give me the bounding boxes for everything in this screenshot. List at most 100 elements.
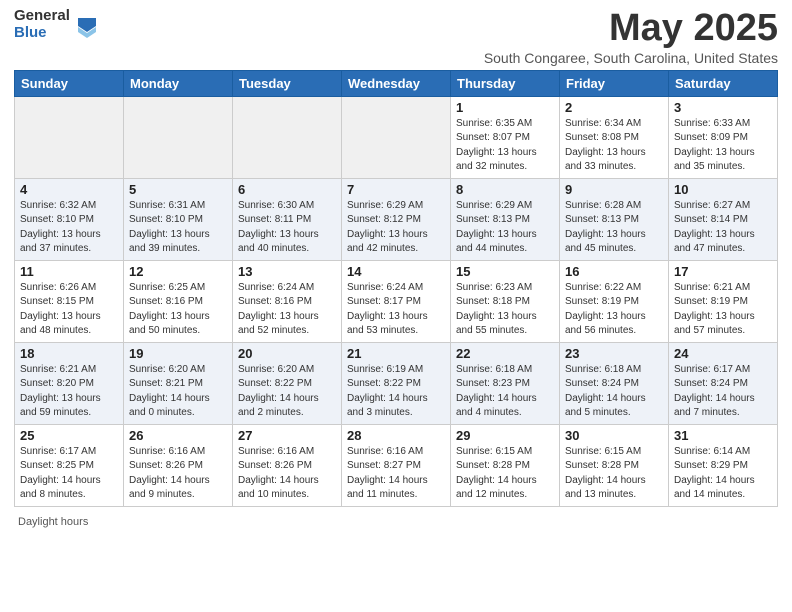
logo-general: General	[14, 8, 70, 25]
day-header-thursday: Thursday	[451, 70, 560, 96]
day-info: Sunset: 8:18 PM	[456, 295, 554, 310]
day-info: Sunrise: 6:23 AM	[456, 281, 554, 296]
day-info: Sunrise: 6:21 AM	[20, 363, 118, 378]
calendar-cell: 3 Sunrise: 6:33 AMSunset: 8:09 PMDaylight…	[669, 96, 778, 178]
day-info: Sunrise: 6:19 AM	[347, 363, 445, 378]
day-info: Sunset: 8:23 PM	[456, 377, 554, 392]
day-info: Sunrise: 6:31 AM	[129, 199, 227, 214]
day-info: Sunset: 8:24 PM	[674, 377, 772, 392]
day-info: Sunset: 8:10 PM	[20, 213, 118, 228]
day-number: 24	[674, 346, 772, 361]
day-number: 21	[347, 346, 445, 361]
day-info: Sunrise: 6:20 AM	[129, 363, 227, 378]
calendar-cell: 14Sunrise: 6:24 AMSunset: 8:17 PMDayligh…	[342, 260, 451, 342]
day-info: Sunset: 8:24 PM	[565, 377, 663, 392]
calendar-cell: 18Sunrise: 6:21 AMSunset: 8:20 PMDayligh…	[15, 342, 124, 424]
calendar-cell: 4Sunrise: 6:32 AMSunset: 8:10 PMDaylight…	[15, 178, 124, 260]
day-number: 8	[456, 182, 554, 197]
calendar-cell: 15Sunrise: 6:23 AMSunset: 8:18 PMDayligh…	[451, 260, 560, 342]
day-info: Sunset: 8:13 PM	[456, 213, 554, 228]
day-number: 3	[674, 100, 772, 115]
calendar-cell	[233, 96, 342, 178]
day-info: Sunset: 8:08 PM	[565, 131, 663, 146]
day-info: Sunset: 8:28 PM	[565, 459, 663, 474]
day-info: Daylight: 13 hours and 45 minutes.	[565, 228, 663, 257]
day-info: Sunrise: 6:28 AM	[565, 199, 663, 214]
day-number: 14	[347, 264, 445, 279]
day-number: 5	[129, 182, 227, 197]
day-info: Sunrise: 6:15 AM	[456, 445, 554, 460]
calendar-cell: 31 Sunrise: 6:14 AMSunset: 8:29 PMDayligh…	[669, 424, 778, 506]
calendar-cell: 5Sunrise: 6:31 AMSunset: 8:10 PMDaylight…	[124, 178, 233, 260]
day-info: Sunset: 8:07 PM	[456, 131, 554, 146]
day-info: Sunrise: 6:35 AM	[456, 117, 554, 132]
day-info: Sunrise: 6:29 AM	[456, 199, 554, 214]
day-info: Daylight: 14 hours and 2 minutes.	[238, 392, 336, 421]
day-number: 28	[347, 428, 445, 443]
day-info: Daylight: 13 hours and 40 minutes.	[238, 228, 336, 257]
calendar-cell: 9Sunrise: 6:28 AMSunset: 8:13 PMDaylight…	[560, 178, 669, 260]
calendar-cell: 10Sunrise: 6:27 AMSunset: 8:14 PMDayligh…	[669, 178, 778, 260]
day-info: Daylight: 14 hours and 12 minutes.	[456, 474, 554, 503]
day-header-friday: Friday	[560, 70, 669, 96]
day-header-tuesday: Tuesday	[233, 70, 342, 96]
calendar-cell	[342, 96, 451, 178]
day-number: 6	[238, 182, 336, 197]
day-number: 7	[347, 182, 445, 197]
day-info: Sunset: 8:26 PM	[238, 459, 336, 474]
calendar-cell: 25Sunrise: 6:17 AMSunset: 8:25 PMDayligh…	[15, 424, 124, 506]
day-info: Daylight: 13 hours and 57 minutes.	[674, 310, 772, 339]
day-info: Sunset: 8:21 PM	[129, 377, 227, 392]
day-info: Daylight: 13 hours and 53 minutes.	[347, 310, 445, 339]
day-number: 9	[565, 182, 663, 197]
day-info: Sunrise: 6:14 AM	[674, 445, 772, 460]
calendar-cell: 27 Sunrise: 6:16 AMSunset: 8:26 PMDayligh…	[233, 424, 342, 506]
day-info: Sunset: 8:27 PM	[347, 459, 445, 474]
calendar-cell: 29Sunrise: 6:15 AMSunset: 8:28 PMDayligh…	[451, 424, 560, 506]
calendar-cell: 16Sunrise: 6:22 AMSunset: 8:19 PMDayligh…	[560, 260, 669, 342]
day-number: 4	[20, 182, 118, 197]
day-info: Sunrise: 6:17 AM	[20, 445, 118, 460]
day-info: Daylight: 14 hours and 10 minutes.	[238, 474, 336, 503]
day-info: Daylight: 13 hours and 52 minutes.	[238, 310, 336, 339]
calendar-cell: 30Sunrise: 6:15 AMSunset: 8:28 PMDayligh…	[560, 424, 669, 506]
day-info: Daylight: 14 hours and 8 minutes.	[20, 474, 118, 503]
calendar-cell: 2Sunrise: 6:34 AMSunset: 8:08 PMDaylight…	[560, 96, 669, 178]
day-info: Daylight: 13 hours and 48 minutes.	[20, 310, 118, 339]
day-info: Sunrise: 6:15 AM	[565, 445, 663, 460]
day-info: Sunrise: 6:27 AM	[674, 199, 772, 214]
day-info: Sunset: 8:20 PM	[20, 377, 118, 392]
day-info: Sunrise: 6:33 AM	[674, 117, 772, 132]
day-info: Sunset: 8:15 PM	[20, 295, 118, 310]
day-info: Daylight: 14 hours and 0 minutes.	[129, 392, 227, 421]
day-info: Sunrise: 6:29 AM	[347, 199, 445, 214]
day-info: Daylight: 14 hours and 11 minutes.	[347, 474, 445, 503]
day-info: Daylight: 14 hours and 14 minutes.	[674, 474, 772, 503]
day-info: Sunrise: 6:30 AM	[238, 199, 336, 214]
day-number: 10	[674, 182, 772, 197]
day-info: Sunrise: 6:16 AM	[238, 445, 336, 460]
day-info: Sunset: 8:09 PM	[674, 131, 772, 146]
day-info: Sunrise: 6:16 AM	[129, 445, 227, 460]
day-number: 31	[674, 428, 772, 443]
calendar-subtitle: South Congaree, South Carolina, United S…	[484, 50, 778, 66]
day-info: Sunset: 8:29 PM	[674, 459, 772, 474]
day-info: Sunset: 8:16 PM	[238, 295, 336, 310]
day-info: Daylight: 13 hours and 35 minutes.	[674, 146, 772, 175]
day-info: Sunrise: 6:16 AM	[347, 445, 445, 460]
day-number: 27	[238, 428, 336, 443]
day-header-sunday: Sunday	[15, 70, 124, 96]
day-info: Daylight: 13 hours and 37 minutes.	[20, 228, 118, 257]
day-info: Daylight: 13 hours and 32 minutes.	[456, 146, 554, 175]
calendar-title: May 2025	[484, 8, 778, 50]
day-info: Sunrise: 6:18 AM	[456, 363, 554, 378]
day-info: Daylight: 14 hours and 3 minutes.	[347, 392, 445, 421]
day-info: Daylight: 14 hours and 5 minutes.	[565, 392, 663, 421]
day-info: Sunset: 8:11 PM	[238, 213, 336, 228]
day-number: 22	[456, 346, 554, 361]
calendar-cell	[15, 96, 124, 178]
calendar-cell: 6 Sunrise: 6:30 AMSunset: 8:11 PMDaylight…	[233, 178, 342, 260]
day-info: Daylight: 13 hours and 59 minutes.	[20, 392, 118, 421]
day-info: Sunrise: 6:18 AM	[565, 363, 663, 378]
day-info: Sunrise: 6:24 AM	[238, 281, 336, 296]
